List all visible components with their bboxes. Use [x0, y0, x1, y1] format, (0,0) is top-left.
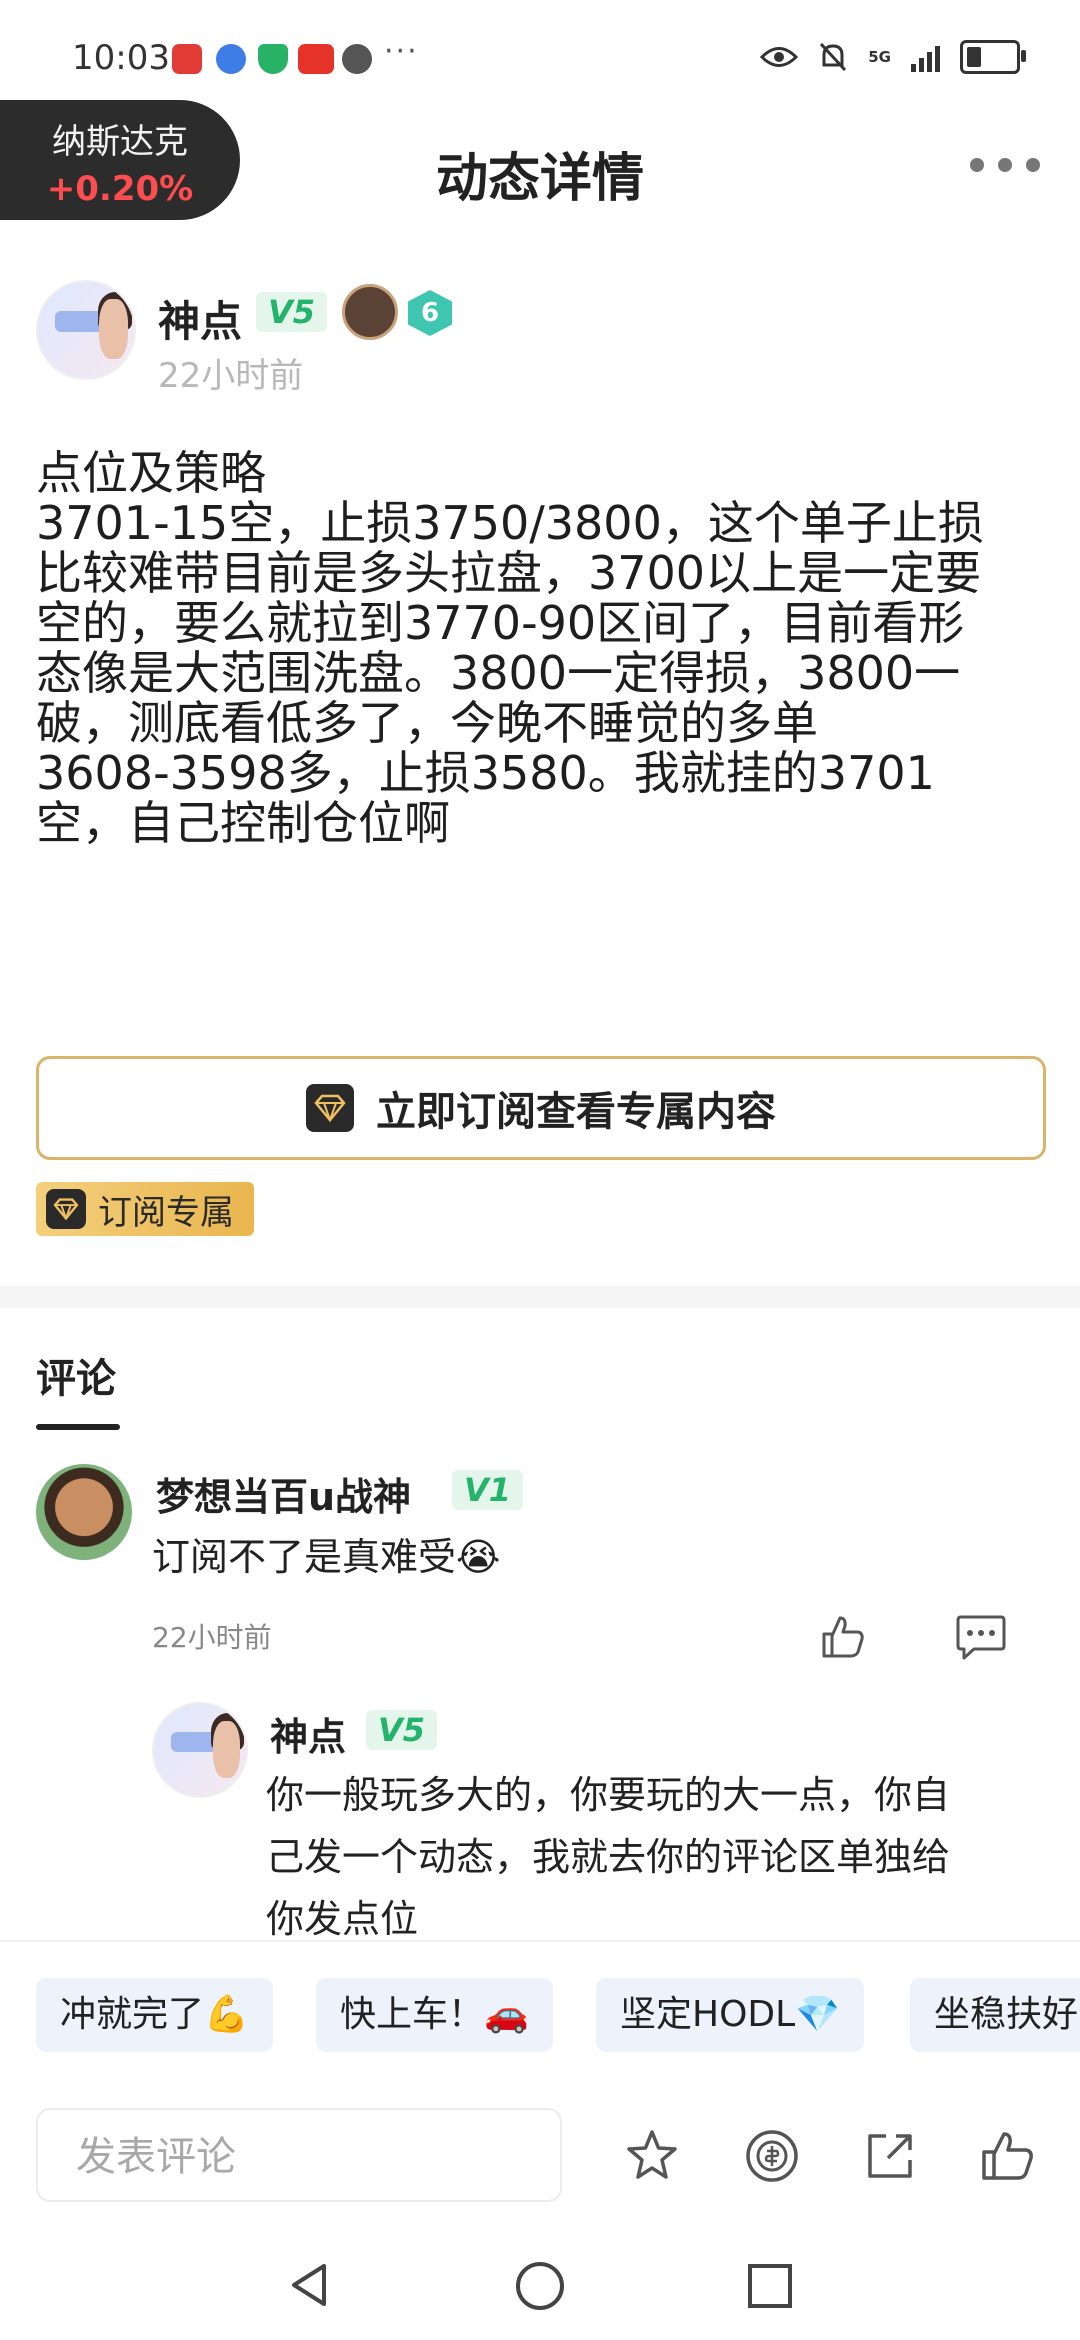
page-title: 动态详情	[435, 149, 644, 209]
commenter-name[interactable]: 梦想当百u战神	[156, 1466, 411, 1521]
quick-reaction-chip[interactable]: 冲就完了💪	[36, 1978, 273, 2052]
author-avatar[interactable]	[36, 280, 136, 380]
reply-author-avatar[interactable]	[152, 1702, 248, 1798]
quick-reaction-chip[interactable]: 快上车！🚗	[316, 1978, 553, 2052]
share-icon[interactable]	[860, 2126, 920, 2186]
subscribe-label: 立即订阅查看专属内容	[376, 1089, 776, 1135]
diamond-icon	[306, 1084, 354, 1132]
reply-icon[interactable]	[954, 1614, 1008, 1662]
commenter-avatar[interactable]	[36, 1464, 132, 1560]
status-right: 5G	[760, 40, 1026, 74]
level-badge: V1	[452, 1470, 524, 1510]
shield-icon	[258, 44, 288, 74]
quick-reaction-chip[interactable]: 坚定HODL💎	[596, 1978, 865, 2052]
comment-text: 订阅不了是真难受😭	[152, 1535, 501, 1579]
post-line: 3701-15空，止损3750/3800，这个单子止损	[36, 496, 984, 550]
tip-coin-icon[interactable]	[742, 2126, 802, 2186]
level-badge: V5	[366, 1710, 438, 1750]
clock: 10:03	[72, 38, 170, 78]
quick-reactions-bar: 冲就完了💪 快上车！🚗 坚定HODL💎 坐稳扶好	[0, 1940, 1080, 2092]
news-app-icon	[298, 44, 334, 74]
home-icon[interactable]	[514, 2260, 566, 2312]
post-line: 破，测底看低多了，今晚不睡觉的多单	[36, 696, 818, 750]
diamond-icon	[46, 1189, 86, 1229]
system-nav-bar	[0, 2230, 1080, 2340]
mute-bell-icon	[820, 42, 847, 72]
post-content: 点位及策略 3701-15空，止损3750/3800，这个单子止损 比较难带目前…	[36, 448, 1046, 848]
status-bar: 10:03 ··· 5G	[0, 0, 1080, 110]
more-options-icon[interactable]	[970, 150, 1040, 180]
browser-icon	[216, 44, 246, 74]
tab-comments[interactable]: 评论	[36, 1346, 116, 1404]
comment-time: 22小时前	[152, 1621, 272, 1654]
medal-icon	[342, 284, 398, 340]
reply-text: 你一般玩多大的，你要玩的大一点，你自 己发一个动态，我就去你的评论区单独给 你发…	[266, 1764, 1046, 1940]
more-notifications-icon: ···	[384, 34, 419, 69]
reply-line: 己发一个动态，我就去你的评论区单独给	[266, 1835, 951, 1879]
post-line: 空的，要么就拉到3770-90区间了，目前看形	[36, 596, 965, 650]
tag-label: 订阅专属	[98, 1192, 234, 1233]
post-line: 点位及策略	[36, 446, 266, 500]
author-name[interactable]: 神点	[158, 288, 242, 349]
post-time: 22小时前	[158, 356, 304, 396]
subscribe-button[interactable]: 立即订阅查看专属内容	[36, 1056, 1046, 1160]
battery-icon	[960, 40, 1026, 74]
level-badge: V5	[256, 292, 328, 332]
back-icon[interactable]	[284, 2260, 334, 2310]
reply-line: 你一般玩多大的，你要玩的大一点，你自	[266, 1773, 951, 1817]
rank-badge: 6	[408, 290, 452, 336]
comment-input[interactable]: 发表评论	[36, 2108, 562, 2202]
section-divider	[0, 1286, 1080, 1308]
reply-line: 你发点位	[266, 1897, 419, 1940]
recents-icon[interactable]	[746, 2262, 794, 2310]
signal-icon	[911, 42, 940, 72]
reply-author-name[interactable]: 神点	[270, 1706, 346, 1761]
subscription-tag[interactable]: 订阅专属	[36, 1182, 254, 1236]
like-icon[interactable]	[818, 1612, 868, 1662]
comment-composer: 发表评论	[0, 2090, 1080, 2230]
chat-bubble-icon	[342, 44, 372, 74]
quick-reaction-chip[interactable]: 坐稳扶好	[910, 1978, 1080, 2052]
eye-icon	[760, 47, 799, 67]
post-line: 比较难带目前是多头拉盘，3700以上是一定要	[36, 546, 982, 600]
like-icon[interactable]	[978, 2126, 1038, 2186]
tab-underline	[36, 1424, 120, 1430]
post-line: 3608-3598多，止损3580。我就挂的3701	[36, 746, 935, 800]
star-icon[interactable]	[622, 2126, 682, 2186]
post-line: 态像是大范围洗盘。3800一定得损，3800一	[36, 646, 961, 700]
network-type: 5G	[868, 47, 891, 66]
post-line: 空，自己控制仓位啊	[36, 796, 450, 850]
stock-app-icon	[172, 44, 202, 74]
